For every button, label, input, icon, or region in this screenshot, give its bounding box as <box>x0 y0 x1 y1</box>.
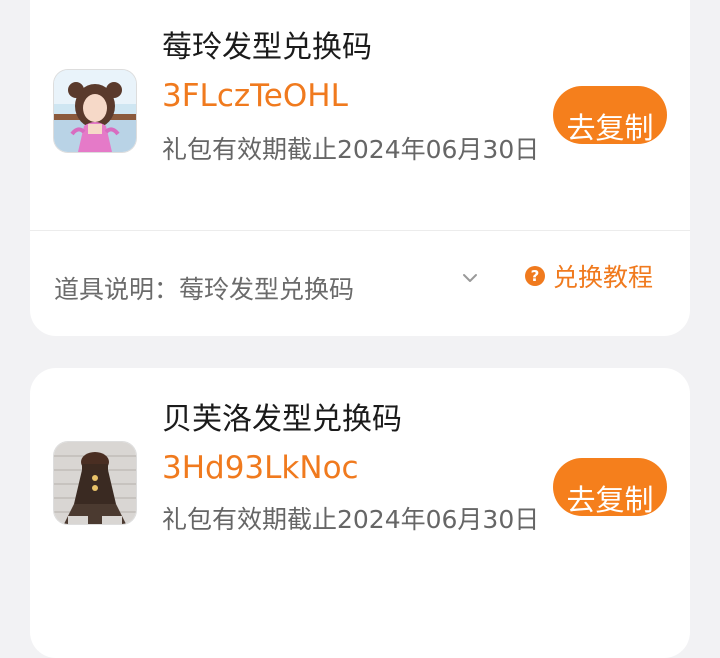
gift-code: 3Hd93LkNoc <box>162 450 359 486</box>
gift-title: 贝芙洛发型兑换码 <box>162 402 402 437</box>
gift-avatar <box>54 442 136 524</box>
gift-code: 3FLczTeOHL <box>162 78 348 114</box>
gift-card: 莓玲发型兑换码 3FLczTeOHL 礼包有效期截止2024年06月30日 去复… <box>30 0 690 336</box>
divider <box>30 230 690 231</box>
copy-button[interactable]: 去复制 <box>553 86 667 144</box>
tutorial-label: 兑换教程 <box>553 263 654 292</box>
character-image <box>54 442 136 524</box>
redeem-tutorial-link[interactable]: ? 兑换教程 <box>525 258 653 294</box>
chevron-down-icon[interactable] <box>458 266 482 290</box>
gift-validity: 礼包有效期截止2024年06月30日 <box>162 135 540 164</box>
gift-card: 贝芙洛发型兑换码 3Hd93LkNoc 礼包有效期截止2024年06月30日 去… <box>30 368 690 658</box>
gift-avatar <box>54 70 136 152</box>
copy-button[interactable]: 去复制 <box>553 458 667 516</box>
character-image <box>54 70 136 152</box>
item-description: 道具说明：莓玲发型兑换码 <box>54 275 355 304</box>
question-icon: ? <box>525 266 545 286</box>
gift-title: 莓玲发型兑换码 <box>162 30 372 65</box>
gift-validity: 礼包有效期截止2024年06月30日 <box>162 505 540 534</box>
